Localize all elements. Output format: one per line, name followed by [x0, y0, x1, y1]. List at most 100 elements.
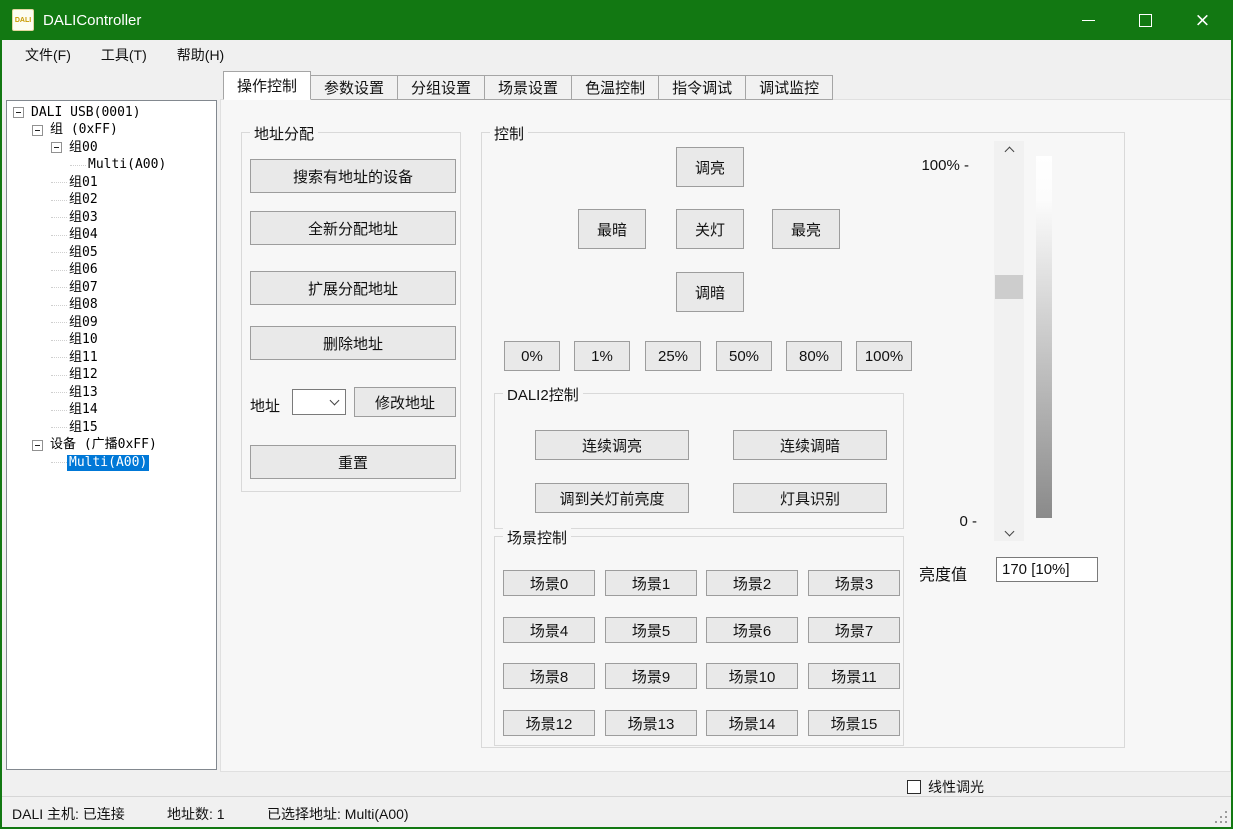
dali2-button-0[interactable]: 连续调亮 — [535, 430, 689, 460]
tree-expander-icon[interactable] — [32, 125, 43, 136]
scene-group-title: 场景控制 — [503, 527, 571, 548]
minimize-icon — [1082, 20, 1095, 21]
address-button-0[interactable]: 搜索有地址的设备 — [250, 159, 456, 193]
tab-2[interactable]: 分组设置 — [397, 75, 485, 100]
dim-up-button[interactable]: 调亮 — [676, 147, 744, 187]
address-button-1[interactable]: 全新分配地址 — [250, 211, 456, 245]
tree-item-label: 组10 — [67, 332, 100, 348]
tree-item-4[interactable]: 组01 — [7, 174, 216, 192]
percent-button-1[interactable]: 1% — [574, 341, 630, 371]
percent-button-2[interactable]: 25% — [645, 341, 701, 371]
status-item-1: 地址数: 1 — [167, 804, 225, 824]
dali2-button-2[interactable]: 调到关灯前亮度 — [535, 483, 689, 513]
tab-5[interactable]: 指令调试 — [658, 75, 746, 100]
chevron-down-icon — [330, 396, 340, 406]
scene-button-8[interactable]: 场景8 — [503, 663, 595, 689]
scrollbar-thumb[interactable] — [995, 275, 1023, 299]
tree-item-10[interactable]: 组07 — [7, 279, 216, 297]
tree-item-7[interactable]: 组04 — [7, 227, 216, 245]
tree-item-15[interactable]: 组12 — [7, 367, 216, 385]
tree-item-6[interactable]: 组03 — [7, 209, 216, 227]
address-button-2[interactable]: 扩展分配地址 — [250, 271, 456, 305]
scene-button-15[interactable]: 场景15 — [808, 710, 900, 736]
tree-item-14[interactable]: 组11 — [7, 349, 216, 367]
tree-item-label: 组 (0xFF) — [48, 122, 120, 138]
tab-0[interactable]: 操作控制 — [223, 71, 311, 100]
reset-button[interactable]: 重置 — [250, 445, 456, 479]
tab-6[interactable]: 调试监控 — [745, 75, 833, 100]
tree-item-label: 组12 — [67, 367, 100, 383]
tree-item-12[interactable]: 组09 — [7, 314, 216, 332]
scene-button-13[interactable]: 场景13 — [605, 710, 697, 736]
max-button[interactable]: 最亮 — [772, 209, 840, 249]
tree-item-9[interactable]: 组06 — [7, 262, 216, 280]
close-button[interactable]: × — [1174, 0, 1231, 40]
scene-button-3[interactable]: 场景3 — [808, 570, 900, 596]
tree-item-label: 组09 — [67, 315, 100, 331]
tree-item-11[interactable]: 组08 — [7, 297, 216, 315]
tree-item-16[interactable]: 组13 — [7, 384, 216, 402]
percent-button-3[interactable]: 50% — [716, 341, 772, 371]
scene-button-10[interactable]: 场景10 — [706, 663, 798, 689]
brightness-value-field[interactable]: 170 [10%] — [996, 557, 1098, 582]
scene-button-9[interactable]: 场景9 — [605, 663, 697, 689]
dali-app-icon: DALI — [12, 9, 34, 31]
scene-button-14[interactable]: 场景14 — [706, 710, 798, 736]
dali2-button-3[interactable]: 灯具识别 — [733, 483, 887, 513]
tab-1[interactable]: 参数设置 — [310, 75, 398, 100]
menu-item-2[interactable]: 帮助(H) — [162, 40, 239, 70]
scene-button-11[interactable]: 场景11 — [808, 663, 900, 689]
tab-4[interactable]: 色温控制 — [571, 75, 659, 100]
tree-connector — [51, 182, 67, 183]
address-combobox[interactable] — [292, 389, 346, 415]
tab-3[interactable]: 场景设置 — [484, 75, 572, 100]
percent-button-5[interactable]: 100% — [856, 341, 912, 371]
linear-dimming-checkbox[interactable] — [907, 780, 921, 794]
tree-expander-icon[interactable] — [13, 107, 24, 118]
light-off-button[interactable]: 关灯 — [676, 209, 744, 249]
tree-item-2[interactable]: 组00 — [7, 139, 216, 157]
resize-grip-icon[interactable] — [1213, 809, 1227, 823]
maximize-button[interactable] — [1117, 0, 1174, 40]
menu-item-1[interactable]: 工具(T) — [86, 40, 162, 70]
tree-item-17[interactable]: 组14 — [7, 402, 216, 420]
scroll-down-button[interactable] — [994, 524, 1024, 541]
tree-connector — [51, 200, 67, 201]
tree-item-0[interactable]: DALI USB(0001) — [7, 104, 216, 122]
control-group: 控制 调亮 最暗 关灯 最亮 调暗 0%1%25%50%80%100% DALI… — [481, 132, 1125, 748]
tree-item-5[interactable]: 组02 — [7, 192, 216, 210]
dim-down-button[interactable]: 调暗 — [676, 272, 744, 312]
tree-item-8[interactable]: 组05 — [7, 244, 216, 262]
tree-item-20[interactable]: Multi(A00) — [7, 454, 216, 472]
percent-button-0[interactable]: 0% — [504, 341, 560, 371]
brightness-scrollbar[interactable] — [994, 141, 1024, 541]
scene-button-1[interactable]: 场景1 — [605, 570, 697, 596]
tree-item-3[interactable]: Multi(A00) — [7, 157, 216, 175]
scene-button-2[interactable]: 场景2 — [706, 570, 798, 596]
tree-expander-icon[interactable] — [32, 440, 43, 451]
device-tree[interactable]: DALI USB(0001)组 (0xFF)组00Multi(A00)组01组0… — [6, 100, 217, 770]
min-button[interactable]: 最暗 — [578, 209, 646, 249]
address-button-3[interactable]: 删除地址 — [250, 326, 456, 360]
scene-button-7[interactable]: 场景7 — [808, 617, 900, 643]
scene-button-0[interactable]: 场景0 — [503, 570, 595, 596]
dali2-button-1[interactable]: 连续调暗 — [733, 430, 887, 460]
tree-item-1[interactable]: 组 (0xFF) — [7, 122, 216, 140]
tree-expander-icon[interactable] — [51, 142, 62, 153]
scroll-up-button[interactable] — [994, 141, 1024, 158]
percent-button-4[interactable]: 80% — [786, 341, 842, 371]
tree-item-label: 组00 — [67, 140, 100, 156]
tree-item-13[interactable]: 组10 — [7, 332, 216, 350]
scene-button-12[interactable]: 场景12 — [503, 710, 595, 736]
minimize-button[interactable] — [1060, 0, 1117, 40]
tree-item-label: 组05 — [67, 245, 100, 261]
modify-address-button[interactable]: 修改地址 — [354, 387, 456, 417]
address-group-title: 地址分配 — [250, 123, 318, 144]
scene-button-4[interactable]: 场景4 — [503, 617, 595, 643]
tree-item-label: 组01 — [67, 175, 100, 191]
scene-button-5[interactable]: 场景5 — [605, 617, 697, 643]
tree-item-19[interactable]: 设备 (广播0xFF) — [7, 437, 216, 455]
scene-button-6[interactable]: 场景6 — [706, 617, 798, 643]
menu-item-0[interactable]: 文件(F) — [10, 40, 86, 70]
tree-item-18[interactable]: 组15 — [7, 419, 216, 437]
